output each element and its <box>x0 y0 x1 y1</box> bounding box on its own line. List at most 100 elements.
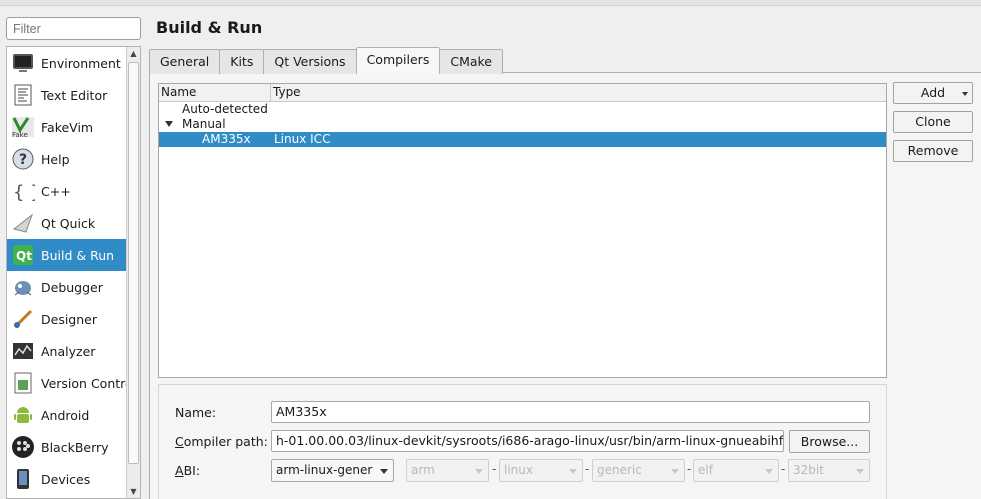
sidebar-item-blackberry[interactable]: BlackBerry <box>7 431 126 463</box>
abi-select-value: arm-linux-gener <box>276 463 373 477</box>
sidebar-item-label: Qt Quick <box>41 215 96 231</box>
abi-part-value: 32bit <box>793 463 824 477</box>
tab-kits[interactable]: Kits <box>219 49 265 74</box>
sidebar-item-android[interactable]: Android <box>7 399 126 431</box>
chevron-down-icon <box>380 469 388 474</box>
svg-text:?: ? <box>19 152 27 168</box>
add-button-label: Add <box>920 85 946 100</box>
sidebar-item-cpp[interactable]: { } C++ <box>7 175 126 207</box>
label-text: BI: <box>183 463 201 478</box>
page-title: Build & Run <box>156 18 263 37</box>
sidebar-item-label: Android <box>41 407 90 423</box>
label-text: ompiler path: <box>183 434 268 449</box>
qt-quick-icon <box>12 213 34 233</box>
remove-button[interactable]: Remove <box>893 140 973 162</box>
scrollbar-thumb[interactable] <box>128 62 139 464</box>
abi-part-value: linux <box>504 463 533 477</box>
sidebar-item-devices[interactable]: Devices <box>7 463 126 495</box>
designer-brush-icon <box>13 309 33 329</box>
chevron-down-icon <box>671 469 679 474</box>
sidebar-scrollbar[interactable]: ▲ ▼ <box>126 47 140 498</box>
add-button[interactable]: Add <box>893 82 973 104</box>
chevron-down-icon <box>475 469 483 474</box>
version-control-icon <box>14 372 32 394</box>
sidebar-item-label: Text Editor <box>41 87 108 103</box>
abi-separator: - <box>687 462 692 476</box>
device-icon <box>17 469 29 489</box>
sidebar-item-version-control[interactable]: Version Control <box>7 367 126 399</box>
svg-text:Fake: Fake <box>12 131 28 139</box>
abi-architecture-select: arm <box>406 459 489 482</box>
abi-part-value: elf <box>698 463 713 477</box>
abi-part-value: arm <box>411 463 435 477</box>
tab-qt-versions[interactable]: Qt Versions <box>263 49 357 74</box>
svg-text:{ }: { } <box>13 182 35 203</box>
sidebar-item-label: BlackBerry <box>41 439 109 455</box>
abi-os-select: linux <box>499 459 583 482</box>
abi-separator: - <box>492 462 497 476</box>
sidebar-item-help[interactable]: ? Help <box>7 143 126 175</box>
mnemonic-letter: A <box>175 463 184 478</box>
chevron-down-icon <box>569 469 577 474</box>
scroll-up-icon[interactable]: ▲ <box>127 47 140 60</box>
browse-button[interactable]: Browse... <box>789 430 870 453</box>
sidebar-list: Environment Text Editor Fake FakeVim ? H… <box>7 47 126 495</box>
monitor-icon <box>13 54 33 72</box>
chevron-down-icon <box>765 469 773 474</box>
debugger-bug-icon <box>14 281 32 296</box>
tree-header: Name Type <box>159 84 886 102</box>
sidebar-item-designer[interactable]: Designer <box>7 303 126 335</box>
tree-row-name: Manual <box>182 117 226 131</box>
sidebar-item-label: Help <box>41 151 70 167</box>
chevron-down-icon <box>962 92 968 96</box>
svg-text:Qt: Qt <box>16 249 32 263</box>
filter-input[interactable] <box>6 17 141 40</box>
tree-row-name: AM335x <box>202 132 251 146</box>
abi-part-value: generic <box>597 463 642 477</box>
tab-bar: General Kits Qt Versions Compilers CMake <box>149 47 504 74</box>
abi-format-select: elf <box>693 459 779 482</box>
name-label: Name: <box>175 405 217 420</box>
cpp-braces-icon: { } <box>13 182 35 203</box>
column-header-name[interactable]: Name <box>161 85 196 99</box>
tab-compilers[interactable]: Compilers <box>355 47 441 74</box>
sidebar-item-fakevim[interactable]: Fake FakeVim <box>7 111 126 143</box>
help-icon: ? <box>12 148 34 170</box>
sidebar-item-label: Debugger <box>41 279 103 295</box>
abi-width-select: 32bit <box>788 459 870 482</box>
compiler-path-label: Compiler path: <box>175 434 268 449</box>
scroll-down-icon[interactable]: ▼ <box>127 485 140 498</box>
fakevim-icon: Fake <box>12 117 34 139</box>
column-header-type[interactable]: Type <box>273 85 301 99</box>
sidebar-item-label: Designer <box>41 311 97 327</box>
sidebar-item-build-run[interactable]: Qt Build & Run <box>7 239 126 271</box>
sidebar-item-analyzer[interactable]: Analyzer <box>7 335 126 367</box>
tab-cmake[interactable]: CMake <box>439 49 504 74</box>
sidebar-item-environment[interactable]: Environment <box>7 47 126 79</box>
name-field[interactable]: AM335x <box>271 401 870 423</box>
compiler-tree[interactable]: Name Type Auto-detected Manual AM335x Li… <box>158 83 887 378</box>
compiler-path-field[interactable]: h-01.00.00.03/linux-devkit/sysroots/i686… <box>271 430 784 452</box>
tree-row-manual[interactable]: Manual <box>159 117 886 132</box>
chevron-down-icon <box>856 469 864 474</box>
abi-select[interactable]: arm-linux-gener <box>271 459 394 482</box>
text-document-icon <box>14 84 32 106</box>
blackberry-icon <box>12 436 34 458</box>
sidebar-item-label: Version Control <box>41 375 126 391</box>
sidebar-item-text-editor[interactable]: Text Editor <box>7 79 126 111</box>
column-separator <box>270 84 271 101</box>
sidebar-item-label: Analyzer <box>41 343 96 359</box>
sidebar: Environment Text Editor Fake FakeVim ? H… <box>6 46 141 499</box>
abi-label: ABI: <box>175 463 200 478</box>
tab-general[interactable]: General <box>149 49 221 74</box>
abi-separator: - <box>585 462 590 476</box>
sidebar-item-label: Environment <box>41 55 121 71</box>
expand-arrow-icon[interactable] <box>165 121 173 127</box>
clone-button[interactable]: Clone <box>893 111 973 133</box>
tree-row-am335x[interactable]: AM335x Linux ICC <box>159 132 886 147</box>
sidebar-item-qt-quick[interactable]: Qt Quick <box>7 207 126 239</box>
window-top-edge <box>0 0 981 6</box>
tree-row-auto-detected[interactable]: Auto-detected <box>159 102 886 117</box>
sidebar-item-debugger[interactable]: Debugger <box>7 271 126 303</box>
abi-separator: - <box>781 462 786 476</box>
